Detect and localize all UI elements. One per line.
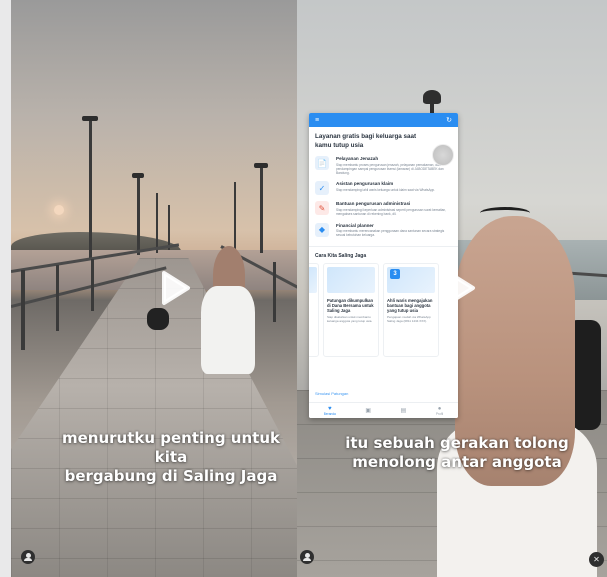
white-dress bbox=[201, 286, 255, 374]
lamp-head bbox=[132, 173, 144, 178]
play-icon[interactable] bbox=[154, 268, 194, 308]
lamp-post bbox=[89, 118, 92, 258]
lamp-post bbox=[234, 182, 236, 252]
step-illustration: 3 bbox=[387, 266, 435, 293]
railing-post bbox=[56, 265, 59, 331]
lamp-post bbox=[168, 205, 170, 250]
nav-item[interactable]: ▤ bbox=[401, 408, 407, 414]
bottom-nav: ♥ Beranda ▣ ▤ ● Profil bbox=[309, 402, 458, 418]
step-desc: Siap disalurkan untuk membantu keluarga … bbox=[327, 315, 373, 324]
step-title: Patungan dikumpulkan di Dana Bersama unt… bbox=[327, 297, 374, 314]
user-avatar-icon[interactable] bbox=[300, 550, 314, 564]
nav-icon: ▣ bbox=[365, 407, 372, 414]
lamp-head bbox=[254, 163, 268, 168]
nav-item[interactable]: ● Profil bbox=[436, 406, 443, 416]
lamp-post bbox=[137, 175, 140, 255]
section-title: Cara Kita Saling Jaga bbox=[315, 252, 367, 259]
left-video-panel[interactable]: menurutku penting untuk kita bergabung d… bbox=[11, 0, 297, 577]
service-icon: ◆ bbox=[315, 222, 329, 237]
step-card bbox=[309, 262, 319, 357]
caption-line-2: bergabung di Saling Jaga bbox=[64, 467, 278, 485]
lamp-head bbox=[82, 116, 98, 121]
handbag bbox=[147, 308, 169, 330]
nav-label: Beranda bbox=[323, 411, 336, 416]
service-desc: Siap membantu proses pengurusan jenazah,… bbox=[336, 162, 444, 176]
menu-icon[interactable]: ≡ bbox=[315, 117, 319, 124]
step-card[interactable]: 3 Ahli waris mengajukan bantuan bagi angg… bbox=[383, 262, 439, 357]
nav-icon: ▤ bbox=[400, 407, 407, 414]
video-caption: itu sebuah gerakan tolong menolong antar… bbox=[342, 434, 572, 472]
service-list: 📄 Pelayanan Jenazah Siap membantu proses p… bbox=[309, 156, 458, 238]
refresh-icon[interactable]: ↻ bbox=[446, 117, 452, 124]
step-desc: Pengajuan mudah via WhatsApp Saling Jaga… bbox=[387, 315, 431, 324]
railing-post bbox=[91, 259, 94, 311]
walking-woman bbox=[147, 246, 257, 386]
service-item[interactable]: ✎ Bantuan pengurusan administrasi Siap men… bbox=[309, 201, 458, 216]
service-name: Asistan pengurusan klaim bbox=[336, 181, 394, 187]
service-name: Financial planner bbox=[336, 222, 374, 228]
step-number: 3 bbox=[390, 268, 400, 279]
lamp-post bbox=[156, 193, 158, 253]
service-desc: Siap mendampingi ahli waris keluarga unt… bbox=[336, 187, 436, 192]
nav-item[interactable]: ♥ Beranda bbox=[324, 406, 336, 416]
service-item[interactable]: ◆ Financial planner Siap membantu merencan… bbox=[309, 222, 458, 238]
nav-label: Profil bbox=[435, 411, 444, 416]
service-desc: Siap mendampingi keperluan administrasi … bbox=[336, 207, 447, 217]
step-card[interactable]: Patungan dikumpulkan di Dana Bersama unt… bbox=[323, 262, 379, 357]
caption-line-1: menurutku penting untuk kita bbox=[61, 429, 280, 466]
step-illustration bbox=[327, 266, 375, 293]
step-title: Ahli waris mengajukan bantuan bagi anggo… bbox=[387, 297, 433, 314]
app-screenshot: ≡ ↻ Layanan gratis bagi keluarga saat ka… bbox=[309, 113, 458, 418]
caption-line-2: menolong antar anggota bbox=[352, 453, 562, 471]
play-icon[interactable] bbox=[439, 268, 479, 308]
sun bbox=[54, 205, 64, 215]
step-cards: Patungan dikumpulkan di Dana Bersama unt… bbox=[309, 262, 458, 357]
lamp-post bbox=[260, 165, 263, 253]
app-header: ≡ ↻ bbox=[309, 113, 458, 127]
service-icon: ✎ bbox=[315, 201, 329, 216]
simulasi-link[interactable]: Simulasi Patungan bbox=[309, 389, 458, 398]
user-avatar-icon[interactable] bbox=[21, 550, 35, 564]
caption-line-1: itu sebuah gerakan tolong bbox=[345, 434, 569, 452]
service-name: Bantuan pengurusan administrasi bbox=[336, 201, 411, 207]
service-icon: ✓ bbox=[315, 181, 329, 196]
app-title: Layanan gratis bagi keluarga saat kamu t… bbox=[315, 133, 417, 149]
mute-icon[interactable]: ✕ bbox=[589, 552, 604, 567]
service-desc: Siap membantu merencanakan penggunaan da… bbox=[336, 229, 445, 238]
service-icon: 📄 bbox=[315, 156, 329, 170]
right-video-panel[interactable]: ≡ ↻ Layanan gratis bagi keluarga saat ka… bbox=[297, 0, 607, 577]
nav-item[interactable]: ▣ bbox=[365, 408, 371, 414]
floating-bubble bbox=[432, 144, 454, 166]
railing-post bbox=[273, 262, 276, 322]
sunglasses bbox=[480, 207, 530, 219]
video-caption: menurutku penting untuk kita bergabung d… bbox=[51, 429, 291, 486]
railing-post bbox=[21, 270, 25, 350]
service-item[interactable]: ✓ Asistan pengurusan klaim Siap mendamping… bbox=[309, 181, 458, 196]
